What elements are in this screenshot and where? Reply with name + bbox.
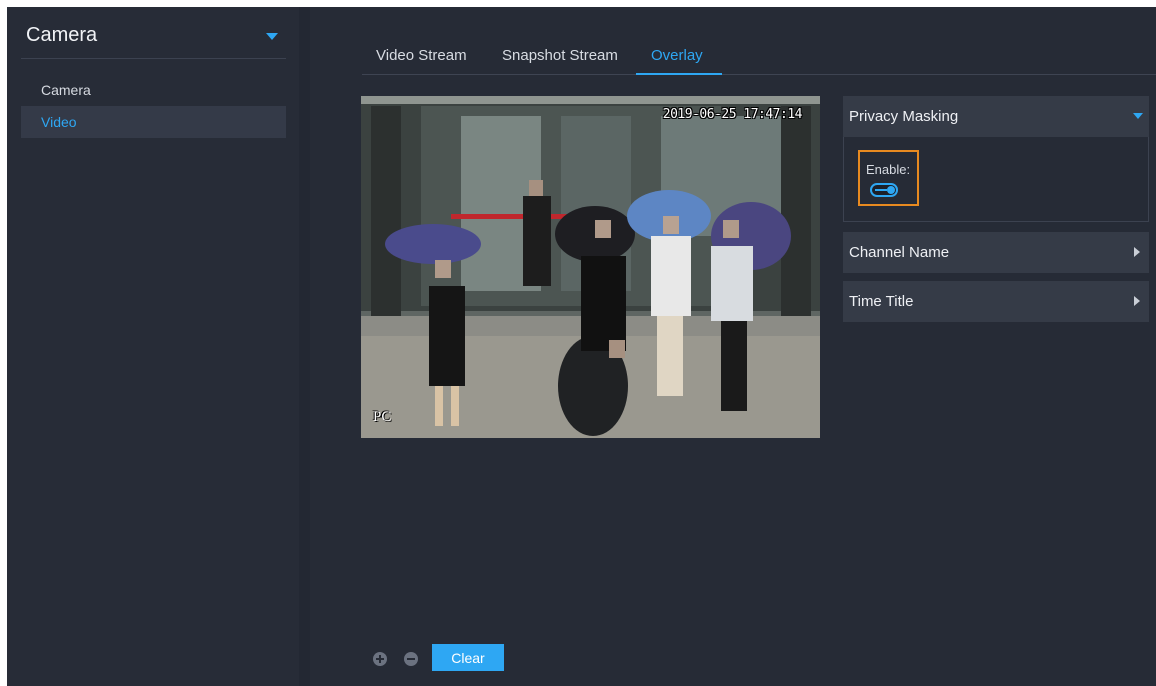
toggle-knob [887,186,895,194]
sidebar-item-video[interactable]: Video [21,106,286,138]
enable-toggle[interactable] [870,183,898,197]
tab-snapshot-stream[interactable]: Snapshot Stream [502,47,618,64]
chevron-right-icon[interactable] [1134,296,1140,306]
video-timestamp: 2019-06-25 17:47:14 [662,107,803,122]
add-icon-v [379,655,381,663]
add-icon[interactable] [373,652,387,666]
video-preview[interactable]: 2019-06-25 17:47:14 PC [361,96,820,438]
main-content: Video Stream Snapshot Stream Overlay 201… [310,7,1156,686]
sidebar-title: Camera [26,24,98,46]
privacy-masking-panel: Privacy Masking Enable: [843,96,1149,222]
channel-name-title: Channel Name [849,244,950,261]
chevron-down-icon[interactable] [1133,113,1143,119]
enable-highlight-box: Enable: [858,150,919,206]
tab-video-stream[interactable]: Video Stream [376,47,467,64]
privacy-masking-body: Enable: [843,137,1149,222]
chevron-down-icon[interactable] [266,33,278,40]
chevron-right-icon[interactable] [1134,247,1140,257]
clear-button[interactable]: Clear [432,644,504,671]
sidebar-header[interactable]: Camera [21,21,286,59]
active-tab-indicator [636,73,722,75]
time-title-title: Time Title [849,293,914,310]
sidebar: Camera Camera Video [7,7,299,686]
channel-name-header[interactable]: Channel Name [843,232,1149,273]
toggle-track-line [875,189,887,191]
sidebar-item-camera[interactable]: Camera [21,74,286,106]
column-divider [299,7,310,686]
channel-name-panel: Channel Name [843,232,1149,273]
video-channel-label: PC [373,409,392,425]
tab-bar: Video Stream Snapshot Stream Overlay [362,41,1156,75]
tab-overlay[interactable]: Overlay [651,47,703,64]
time-title-panel: Time Title [843,281,1149,322]
app-window: Camera Camera Video Video Stream Snapsho… [7,7,1156,686]
privacy-masking-header[interactable]: Privacy Masking [843,96,1149,137]
time-title-header[interactable]: Time Title [843,281,1149,322]
privacy-masking-title: Privacy Masking [849,108,959,125]
remove-icon-h [407,658,415,660]
remove-icon[interactable] [404,652,418,666]
enable-label: Enable: [866,162,911,177]
camera-scene-image [361,96,820,438]
